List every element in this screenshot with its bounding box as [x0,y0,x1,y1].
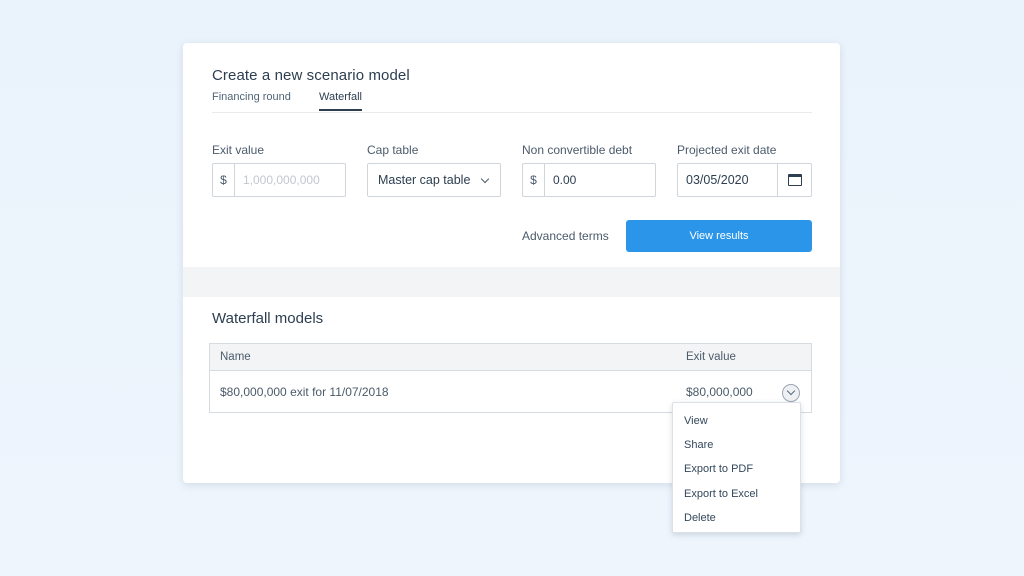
column-header-name: Name [220,351,251,363]
view-results-button[interactable]: View results [626,220,812,252]
menu-item-share[interactable]: Share [684,439,713,451]
dollar-prefix: $ [523,164,545,196]
advanced-terms-link[interactable]: Advanced terms [522,229,609,243]
row-name: $80,000,000 exit for 11/07/2018 [220,385,389,399]
page-title: Create a new scenario model [212,67,410,84]
calendar-button[interactable] [777,164,811,196]
menu-item-view[interactable]: View [684,415,708,427]
exit-value-label: Exit value [212,143,265,157]
calendar-icon [787,174,802,186]
exit-value-input[interactable]: $ 1,000,000,000 [212,163,346,197]
cap-table-select[interactable]: Master cap table [367,163,501,197]
waterfall-models-title: Waterfall models [212,310,324,327]
table-header: Name Exit value [210,344,811,371]
debt-value: 0.00 [553,173,577,187]
tab-bar: Financing round Waterfall [212,91,812,113]
cap-table-selected: Master cap table [378,173,471,187]
debt-label: Non convertible debt [522,143,633,157]
exit-date-label: Projected exit date [677,143,777,157]
chevron-down-icon [480,174,490,184]
section-divider [183,267,840,297]
tab-financing-round[interactable]: Financing round [212,91,291,109]
chevron-down-icon [786,386,796,396]
column-header-exit-value: Exit value [686,351,736,363]
menu-item-export-pdf[interactable]: Export to PDF [684,463,753,475]
exit-date-input[interactable]: 03/05/2020 [677,163,812,197]
tab-waterfall[interactable]: Waterfall [319,91,362,111]
exit-value-placeholder: 1,000,000,000 [243,173,320,187]
menu-item-delete[interactable]: Delete [684,512,716,524]
debt-input[interactable]: $ 0.00 [522,163,656,197]
menu-item-export-excel[interactable]: Export to Excel [684,488,758,500]
row-actions-menu: View Share Export to PDF Export to Excel… [672,402,801,533]
row-exit-value: $80,000,000 [686,385,753,399]
exit-date-value: 03/05/2020 [686,173,749,187]
row-actions-toggle[interactable] [782,384,800,402]
scenario-form-section: Create a new scenario model Financing ro… [183,43,840,267]
dollar-prefix: $ [213,164,235,196]
cap-table-label: Cap table [367,143,419,157]
